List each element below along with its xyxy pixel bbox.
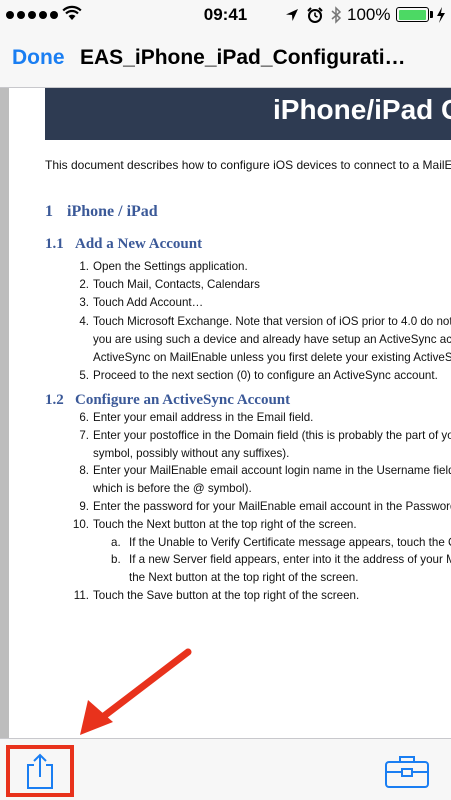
banner-title: iPhone/iPad Co: [273, 94, 451, 125]
list-item: 4. Touch Microsoft Exchange. Note that ve…: [79, 314, 451, 328]
list-item: you are using such a device and already …: [93, 332, 451, 346]
list-item: 10. Touch the Next button at the top righ…: [72, 517, 357, 531]
list-item: 9. Enter the password for your MailEnable…: [79, 500, 451, 513]
list-item: 11. Touch the Save button at the top righ…: [73, 589, 360, 602]
nav-bar: Done EAS_iPhone_iPad_Configurati…: [0, 30, 451, 88]
section-heading-1-1: 1.1 Add a New Account: [45, 236, 203, 252]
status-bar: 09:41 100%: [0, 0, 451, 30]
bluetooth-icon: [331, 6, 342, 24]
list-item: 2. Touch Mail, Contacts, Calendars: [79, 278, 260, 292]
alarm-icon: [307, 7, 323, 23]
list-item: b. If a new Server field appears, enter i…: [111, 553, 451, 567]
section-heading-1-2: 1.2 Configure an ActiveSync Account: [45, 392, 291, 408]
list-item: 7. Enter your postoffice in the Domain fi…: [79, 428, 451, 442]
share-icon: [27, 753, 53, 789]
document-intro: This document describes how to configure…: [45, 158, 451, 172]
document-viewer[interactable]: iPhone/iPad Co This document describes h…: [0, 88, 451, 738]
list-item: the Next button at the top right of the …: [129, 571, 359, 585]
tools-button[interactable]: [384, 753, 430, 789]
toolbox-icon: [385, 756, 429, 788]
list-item: ActiveSync on MailEnable unless you firs…: [93, 351, 451, 364]
section-heading-1: 1 iPhone / iPad: [45, 203, 158, 220]
list-item: symbol, possibly without any suffixes).: [93, 446, 290, 460]
document-banner: iPhone/iPad Co: [45, 88, 451, 140]
bottom-toolbar: [0, 738, 451, 800]
document-title: EAS_iPhone_iPad_Configurati…: [80, 46, 406, 69]
done-button[interactable]: Done: [12, 46, 65, 70]
charging-icon: [437, 7, 445, 23]
list-item: which is before the @ symbol).: [93, 482, 252, 496]
list-item: 3. Touch Add Account…: [79, 296, 204, 310]
list-item: 1. Open the Settings application.: [79, 260, 248, 273]
battery-percent: 100%: [347, 5, 391, 24]
document-page: iPhone/iPad Co This document describes h…: [9, 88, 451, 738]
list-item: 8. Enter your MailEnable email account lo…: [79, 464, 451, 478]
share-button[interactable]: [6, 745, 74, 797]
list-item: a. If the Unable to Verify Certificate me…: [111, 535, 451, 549]
battery-icon: [396, 7, 429, 22]
page-edge: [0, 88, 9, 738]
list-item: 6. Enter your email address in the Email …: [79, 411, 314, 424]
location-icon: [286, 9, 298, 21]
screen: 09:41 100% Done EAS_iPhone_iPad_Configur…: [0, 0, 451, 800]
list-item: 5. Proceed to the next section (0) to con…: [79, 369, 438, 383]
